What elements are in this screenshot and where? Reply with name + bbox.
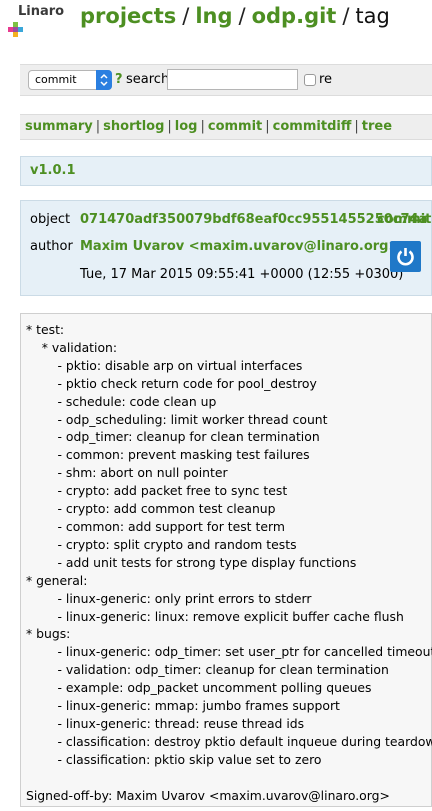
breadcrumb-projects-link[interactable]: projects: [80, 4, 176, 28]
tag-name-header[interactable]: v1.0.1: [20, 156, 432, 186]
message-line: - classification: destroy pktio default …: [26, 733, 432, 749]
search-type-select[interactable]: commit: [28, 70, 112, 90]
message-line: - add unit tests for strong type display…: [26, 554, 357, 570]
message-line: Signed-off-by: Maxim Uvarov <maxim.uvaro…: [26, 787, 390, 803]
logo-text: Linaro: [18, 4, 65, 19]
nav-commit-link[interactable]: commit: [208, 119, 262, 134]
message-line: - crypto: add packet free to sync test: [26, 483, 288, 499]
message-line: - linux-generic: only print errors to st…: [26, 590, 312, 606]
breadcrumb-separator: /: [182, 4, 190, 28]
message-line: - crypto: add common test cleanup: [26, 501, 276, 517]
nav-separator: |: [167, 119, 172, 134]
select-arrow-icon: [96, 70, 112, 90]
nav-shortlog-link[interactable]: shortlog: [103, 119, 164, 134]
message-line: * general:: [26, 572, 88, 588]
search-bar: commit ? search: re: [20, 64, 432, 96]
regex-label: re: [319, 72, 333, 87]
message-line: - linux-generic: odp_timer: set user_ptr…: [26, 644, 432, 660]
message-line: - schedule: code clean up: [26, 393, 217, 409]
message-line: - classification: pktio skip value set t…: [26, 751, 322, 767]
message-line: - validation: odp_timer: cleanup for cle…: [26, 662, 389, 678]
regex-checkbox[interactable]: [304, 74, 316, 86]
page-header: Linaro projects / lng / odp.git / tag: [0, 0, 432, 40]
search-input[interactable]: [167, 69, 298, 90]
message-line: - odp_timer: cleanup for clean terminati…: [26, 429, 320, 445]
search-help-link[interactable]: ?: [115, 72, 123, 87]
message-line: * test:: [26, 322, 65, 337]
message-line: * bugs:: [26, 626, 71, 642]
nav-tree-link[interactable]: tree: [362, 119, 392, 134]
message-line: - shm: abort on null pointer: [26, 465, 228, 481]
nav-log-link[interactable]: log: [175, 119, 198, 134]
message-line: - odp_scheduling: limit worker thread co…: [26, 411, 328, 427]
breadcrumb-current-page: tag: [355, 4, 390, 28]
object-label: object: [30, 212, 71, 227]
tag-date: Tue, 17 Mar 2015 09:55:41 +0000 (12:55 +…: [80, 267, 404, 282]
message-line: - common: add support for test term: [26, 518, 285, 534]
page-nav: summary | shortlog | log | commit | commitdiff | t…: [20, 114, 432, 140]
nav-separator: |: [354, 119, 359, 134]
message-line: - linux-generic: mmap: jumbo frames supp…: [26, 698, 340, 714]
search-type-value: commit: [35, 73, 77, 86]
message-line: - pktio: disable arp on virtual interfac…: [26, 357, 303, 373]
object-hash-link[interactable]: 071470adf350079bdf68eaf0cc9551455250c74a: [80, 212, 427, 227]
breadcrumb-separator: /: [342, 4, 350, 28]
nav-summary-link[interactable]: summary: [25, 119, 93, 134]
avatar-power-icon: [397, 248, 414, 266]
linaro-logo-icon: [8, 22, 23, 37]
breadcrumb-separator: /: [238, 4, 246, 28]
author-link[interactable]: Maxim Uvarov <maxim.uvarov@linaro.org>: [80, 239, 399, 254]
author-avatar: [390, 241, 421, 272]
nav-separator: |: [200, 119, 205, 134]
message-line: - crypto: split crypto and random tests: [26, 536, 297, 552]
object-commit-link[interactable]: commit: [377, 212, 431, 227]
message-line: * validation:: [26, 339, 118, 355]
message-line: - example: odp_packet uncomment polling …: [26, 680, 372, 696]
message-line: [26, 769, 431, 787]
message-line: - linux-generic: linux: remove explicit …: [26, 608, 404, 624]
breadcrumb-repo-link[interactable]: odp.git: [252, 4, 337, 28]
message-line: - common: prevent masking test failures: [26, 447, 310, 463]
breadcrumb: projects / lng / odp.git / tag: [80, 4, 390, 28]
nav-separator: |: [95, 119, 101, 134]
message-line: - linux-generic: thread: reuse thread id…: [26, 715, 305, 731]
tag-metadata: object 071470adf350079bdf68eaf0cc9551455…: [20, 200, 432, 296]
nav-commitdiff-link[interactable]: commitdiff: [273, 119, 352, 134]
breadcrumb-lng-link[interactable]: lng: [195, 4, 232, 28]
tag-message: * test: * validation: - pktio: disable a…: [20, 313, 432, 807]
author-label: author: [30, 239, 73, 254]
nav-separator: |: [265, 119, 270, 134]
linaro-logo[interactable]: Linaro: [8, 4, 68, 38]
message-line: - pktio check return code for pool_destr…: [26, 375, 317, 391]
